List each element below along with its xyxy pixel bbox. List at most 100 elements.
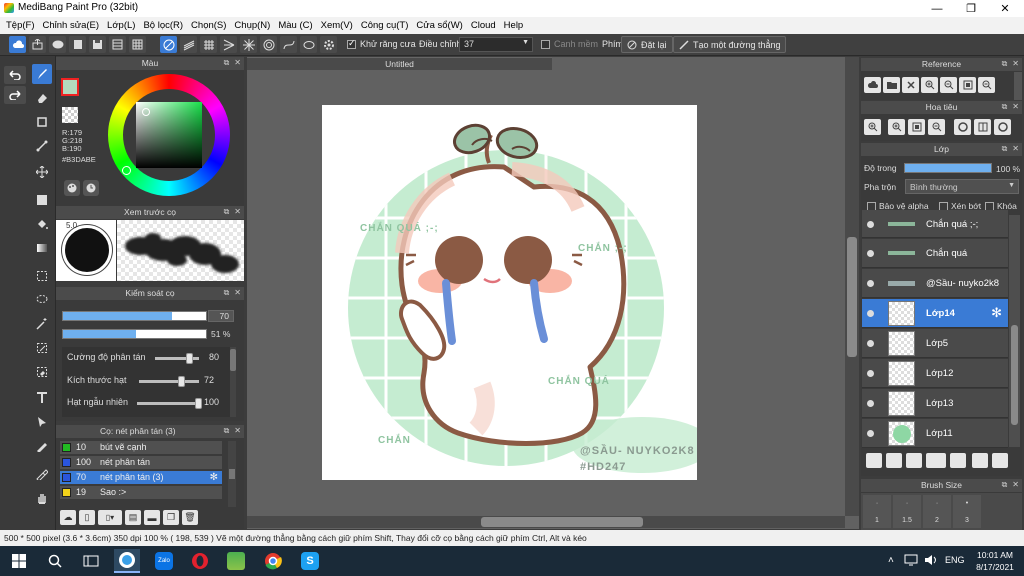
straight-line-button[interactable]: Tạo một đường thẳng [673,36,787,53]
redo-icon[interactable] [4,86,26,104]
eye-icon[interactable] [867,370,874,377]
snap-off-icon[interactable] [160,36,177,53]
smooth-checkbox[interactable] [541,40,550,49]
select-pen-tool-icon[interactable] [32,338,52,358]
horizontal-scrollbar[interactable] [247,516,845,528]
undock-icon[interactable]: ⧉ [224,426,230,436]
layer-row[interactable]: Lớp5 [862,329,1008,358]
undock-icon[interactable]: ⧉ [224,58,230,68]
undo-icon[interactable] [4,66,26,84]
zoom-out-icon[interactable] [928,119,945,135]
menu-filter[interactable]: Bộ lọc(R) [141,20,189,31]
brush-menu-icon[interactable]: ▯▾ [98,510,122,525]
menu-tools[interactable]: Công cụ(T) [359,20,415,31]
select-tool-icon[interactable] [32,266,52,286]
add-brush-icon[interactable]: ▯ [79,510,95,525]
zoom-in-icon[interactable] [921,77,938,93]
zoom-in-icon[interactable] [888,119,905,135]
eye-icon[interactable] [867,250,874,257]
layer-row-selected[interactable]: Lớp14 ✻ [862,299,1008,328]
add-8bit-layer-icon[interactable] [906,453,922,468]
hand-tool-icon[interactable] [32,488,52,508]
operation-tool-icon[interactable] [32,412,52,432]
medibang-taskbar-icon[interactable] [114,549,140,573]
eyedropper-tool-icon[interactable] [32,464,52,484]
undock-icon[interactable]: ⧉ [1002,102,1008,112]
layer-row[interactable]: Chắn quá ;-; [862,210,1008,238]
opera-icon[interactable] [187,549,213,573]
color-history-icon[interactable] [83,180,99,196]
clock[interactable]: 10:01 AM 8/17/2021 [972,549,1018,573]
parallel-snap-icon[interactable] [180,36,197,53]
open-folder-icon[interactable] [883,77,900,93]
layer-row[interactable]: Lớp12 [862,359,1008,388]
menu-window[interactable]: Cửa sổ(W) [414,20,468,31]
skype-icon[interactable]: S [297,549,323,573]
primary-color-swatch[interactable] [61,78,79,96]
param-knob[interactable] [195,398,202,409]
close-panel-icon[interactable]: ✕ [234,288,241,298]
maximize-button[interactable]: ❐ [954,0,988,17]
windows-start-icon[interactable] [6,549,32,573]
curve-snap-icon[interactable] [280,36,297,53]
brush-item[interactable]: 19 Sao :> [60,486,222,499]
horizontal-scroll-thumb[interactable] [481,517,643,527]
share-icon[interactable] [29,36,46,53]
brush-size-item[interactable]: • 3 [953,495,981,528]
close-panel-icon[interactable]: ✕ [1012,102,1019,112]
add-layer-icon[interactable] [866,453,882,468]
fill-rect-tool-icon[interactable] [32,190,52,210]
lasso-tool-icon[interactable] [32,290,52,310]
folder-icon[interactable] [950,453,966,468]
save-icon[interactable] [89,36,106,53]
eye-icon[interactable] [867,221,874,228]
reset-button[interactable]: Đặt lại [621,36,673,53]
menu-select[interactable]: Chọn(S) [189,20,232,31]
drawing-canvas[interactable]: CHẮN QUÁ ;-; CHẮN ;-; CHẮN QUÁ CHẮN @SẦU… [322,105,697,480]
brush-tool-icon[interactable] [32,64,52,84]
eye-icon[interactable] [867,280,874,287]
zoom-in-icon[interactable] [864,119,881,135]
cloud-reference-icon[interactable] [864,77,881,93]
game-icon[interactable] [223,549,249,573]
gear-icon[interactable]: ✻ [991,305,1002,321]
merge-down-icon[interactable] [992,453,1008,468]
gradient-tool-icon[interactable] [32,238,52,258]
brush-item[interactable]: 10 bút vẽ cạnh [60,441,222,454]
fit-screen-icon[interactable] [908,119,925,135]
language-indicator[interactable]: ENG [945,555,965,565]
zalo-icon[interactable]: Zalo [151,549,177,573]
radial-snap-icon[interactable] [240,36,257,53]
close-panel-icon[interactable]: ✕ [234,426,241,436]
flip-icon[interactable] [974,119,991,135]
color-picker-cursor[interactable] [142,108,150,116]
vertical-scroll-thumb[interactable] [847,237,857,357]
bucket-tool-icon[interactable] [32,214,52,234]
param-knob[interactable] [186,353,194,364]
fit-screen-icon[interactable] [959,77,976,93]
layer-row[interactable]: Lớp11 [862,419,1008,448]
document-tab[interactable]: Untitled [247,57,552,70]
close-panel-icon[interactable]: ✕ [1012,480,1019,490]
volume-icon[interactable] [924,554,938,566]
network-icon[interactable] [904,554,918,566]
crisscross-snap-icon[interactable] [200,36,217,53]
search-icon[interactable] [42,549,68,573]
menu-edit[interactable]: Chỉnh sửa(E) [41,20,106,31]
reference-scrollbar[interactable] [1014,72,1022,100]
zoom-out-icon[interactable] [940,77,957,93]
cloud-brush-icon[interactable]: ☁ [60,510,76,525]
circle-snap-icon[interactable] [260,36,277,53]
blend-mode-dropdown[interactable]: Bình thường ▼ [905,179,1019,194]
new-document-icon[interactable] [69,36,86,53]
transparent-color-swatch[interactable] [62,107,78,123]
eye-icon[interactable] [867,430,874,437]
trash-icon[interactable]: 🗑 [182,510,198,525]
zoom-reset-icon[interactable] [978,77,995,93]
select-eraser-tool-icon[interactable] [32,362,52,382]
menu-cloud[interactable]: Cloud [469,20,502,31]
layer-row[interactable]: Chắn quá [862,239,1008,268]
cloud-icon[interactable] [9,36,26,53]
divide-tool-icon[interactable] [32,436,52,456]
menu-help[interactable]: Help [502,20,530,31]
